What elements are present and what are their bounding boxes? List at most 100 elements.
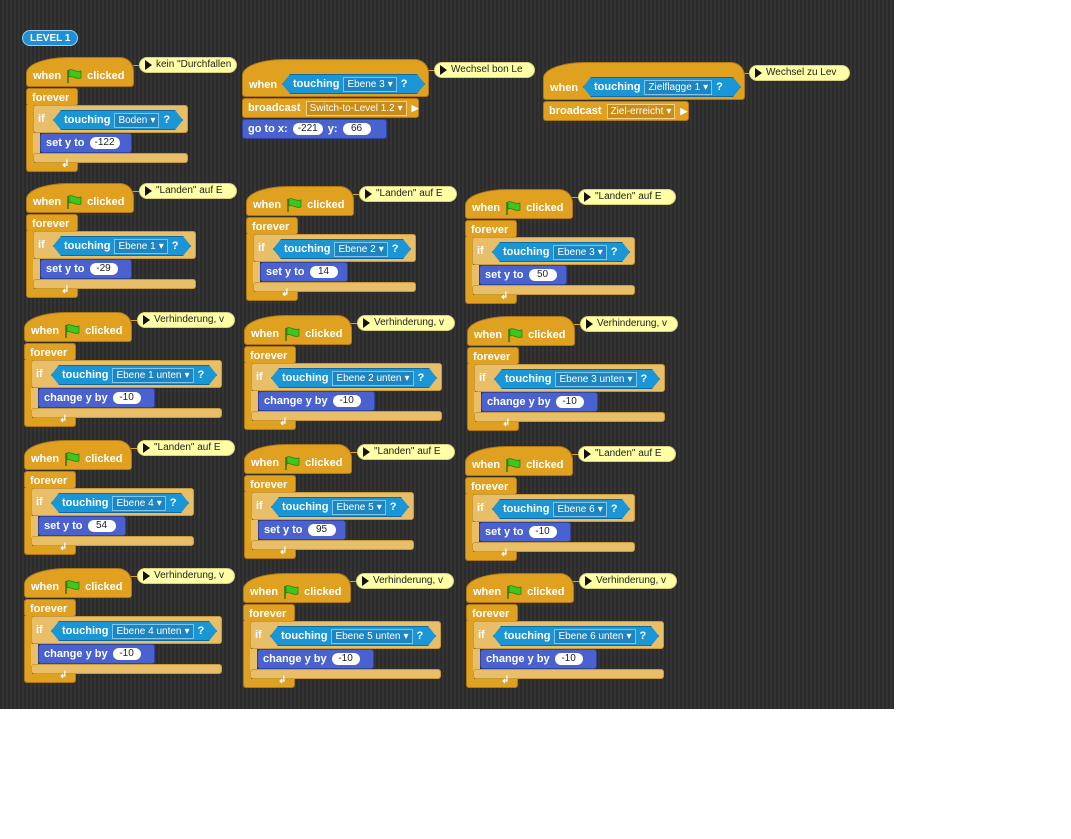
touching-dropdown[interactable]: Ebene 6 (553, 502, 606, 517)
script-comment[interactable]: Verhinderung, v (137, 568, 235, 584)
broadcast-block[interactable]: broadcastZiel-erreicht▶ (543, 101, 689, 121)
go-to-block[interactable]: go to x: -221 y: 66 (242, 119, 387, 139)
touching-predicate[interactable]: touchingEbene 4 unten? (51, 621, 217, 641)
collapse-triangle-icon[interactable] (143, 571, 150, 581)
collapse-triangle-icon[interactable] (440, 65, 447, 75)
script-comment[interactable]: Verhinderung, v (357, 315, 455, 331)
when-flag-clicked-hat[interactable]: when clicked (244, 444, 352, 474)
script-comment[interactable]: "Landen" auf E (139, 183, 237, 199)
when-flag-clicked-hat[interactable]: when clicked (246, 186, 354, 216)
broadcast-dropdown[interactable]: Ziel-erreicht (606, 103, 676, 119)
set-y-block[interactable]: set y to -10 (479, 522, 571, 542)
set-y-block[interactable]: set y to -122 (40, 133, 132, 153)
forever-block[interactable]: forever (26, 214, 78, 232)
collapse-triangle-icon[interactable] (363, 447, 370, 457)
script-comment[interactable]: Verhinderung, v (579, 573, 677, 589)
when-flag-clicked-hat[interactable]: when clicked (24, 440, 132, 470)
collapse-triangle-icon[interactable] (145, 60, 152, 70)
touching-predicate[interactable]: touchingEbene 3 unten? (494, 369, 660, 389)
forever-block[interactable]: forever (465, 220, 517, 238)
when-flag-clicked-hat[interactable]: when clicked (466, 573, 574, 603)
set-y-block[interactable]: set y to 50 (479, 265, 567, 285)
forever-block[interactable]: forever (24, 599, 76, 617)
change-y-value[interactable]: -10 (332, 395, 361, 407)
forever-block[interactable]: forever (465, 477, 517, 495)
touching-dropdown[interactable]: Ebene 4 unten (112, 624, 193, 639)
touching-dropdown[interactable]: Ebene 1 (114, 239, 167, 254)
change-y-value[interactable]: -10 (555, 396, 584, 408)
broadcast-dropdown[interactable]: Switch-to-Level 1.2 (305, 100, 407, 116)
change-y-value[interactable]: -10 (331, 653, 360, 665)
touching-dropdown[interactable]: Zielflagge 1 (644, 80, 712, 95)
set-y-value[interactable]: -122 (89, 137, 120, 149)
touching-predicate[interactable]: touchingEbene 5? (271, 497, 409, 517)
script-comment[interactable]: "Landen" auf E (578, 446, 676, 462)
script-comment[interactable]: Verhinderung, v (580, 316, 678, 332)
touching-predicate[interactable]: touchingEbene 1? (53, 236, 191, 256)
touching-predicate[interactable]: touchingBoden? (53, 110, 183, 130)
set-y-block[interactable]: set y to 14 (260, 262, 348, 282)
touching-predicate[interactable]: touchingEbene 2 unten? (271, 368, 437, 388)
scripting-area[interactable]: LEVEL 1 kein "Durchfallen when clicked fo… (0, 0, 894, 709)
when-flag-clicked-hat[interactable]: when clicked (26, 57, 134, 87)
collapse-triangle-icon[interactable] (755, 68, 762, 78)
touching-dropdown[interactable]: Ebene 3 (553, 245, 606, 260)
collapse-triangle-icon[interactable] (143, 443, 150, 453)
forever-block[interactable]: forever (26, 88, 78, 106)
script-comment[interactable]: Wechsel zu Lev (749, 65, 850, 81)
change-y-block[interactable]: change y by -10 (257, 649, 374, 669)
touching-dropdown[interactable]: Ebene 4 (112, 496, 165, 511)
forever-block[interactable]: forever (24, 343, 76, 361)
touching-predicate[interactable]: touchingEbene 2? (273, 239, 411, 259)
when-flag-clicked-hat[interactable]: when clicked (465, 446, 573, 476)
broadcast-block[interactable]: broadcastSwitch-to-Level 1.2▶ (242, 98, 419, 118)
change-y-value[interactable]: -10 (554, 653, 583, 665)
set-y-block[interactable]: set y to 95 (258, 520, 346, 540)
change-y-block[interactable]: change y by -10 (481, 392, 598, 412)
when-flag-clicked-hat[interactable]: when clicked (24, 312, 132, 342)
forever-block[interactable]: forever (246, 217, 298, 235)
collapse-triangle-icon[interactable] (586, 319, 593, 329)
forever-block[interactable]: forever (243, 604, 295, 622)
when-flag-clicked-hat[interactable]: when clicked (26, 183, 134, 213)
touching-dropdown[interactable]: Ebene 5 (332, 500, 385, 515)
when-flag-clicked-hat[interactable]: when clicked (244, 315, 352, 345)
collapse-triangle-icon[interactable] (145, 186, 152, 196)
collapse-triangle-icon[interactable] (365, 189, 372, 199)
when-flag-clicked-hat[interactable]: when clicked (243, 573, 351, 603)
change-y-value[interactable]: -10 (112, 648, 141, 660)
collapse-triangle-icon[interactable] (584, 192, 591, 202)
when-flag-clicked-hat[interactable]: when clicked (467, 316, 575, 346)
touching-predicate[interactable]: touchingEbene 6? (492, 499, 630, 519)
script-comment[interactable]: Verhinderung, v (137, 312, 235, 328)
set-y-value[interactable]: 50 (528, 269, 557, 281)
script-comment[interactable]: "Landen" auf E (357, 444, 455, 460)
forever-block[interactable]: forever (466, 604, 518, 622)
touching-predicate[interactable]: touchingZielflagge 1? (583, 77, 741, 97)
touching-dropdown[interactable]: Boden (114, 113, 159, 128)
forever-block[interactable]: forever (467, 347, 519, 365)
go-to-y-value[interactable]: 66 (342, 123, 371, 135)
touching-dropdown[interactable]: Ebene 1 unten (112, 368, 193, 383)
touching-predicate[interactable]: touchingEbene 5 unten? (270, 626, 436, 646)
touching-predicate[interactable]: touchingEbene 4? (51, 493, 189, 513)
touching-predicate[interactable]: touchingEbene 3? (492, 242, 630, 262)
forever-block[interactable]: forever (244, 346, 296, 364)
change-y-block[interactable]: change y by -10 (38, 388, 155, 408)
script-comment[interactable]: kein "Durchfallen (139, 57, 237, 73)
change-y-value[interactable]: -10 (112, 392, 141, 404)
set-y-value[interactable]: 54 (87, 520, 116, 532)
touching-dropdown[interactable]: Ebene 3 unten (555, 372, 636, 387)
change-y-block[interactable]: change y by -10 (480, 649, 597, 669)
touching-dropdown[interactable]: Ebene 6 unten (554, 629, 635, 644)
script-comment[interactable]: "Landen" auf E (359, 186, 457, 202)
set-y-value[interactable]: -10 (528, 526, 557, 538)
forever-block[interactable]: forever (244, 475, 296, 493)
collapse-triangle-icon[interactable] (363, 318, 370, 328)
set-y-value[interactable]: 14 (309, 266, 338, 278)
go-to-x-value[interactable]: -221 (292, 123, 323, 135)
script-comment[interactable]: Verhinderung, v (356, 573, 454, 589)
set-y-block[interactable]: set y to 54 (38, 516, 126, 536)
collapse-triangle-icon[interactable] (584, 449, 591, 459)
when-flag-clicked-hat[interactable]: when clicked (465, 189, 573, 219)
